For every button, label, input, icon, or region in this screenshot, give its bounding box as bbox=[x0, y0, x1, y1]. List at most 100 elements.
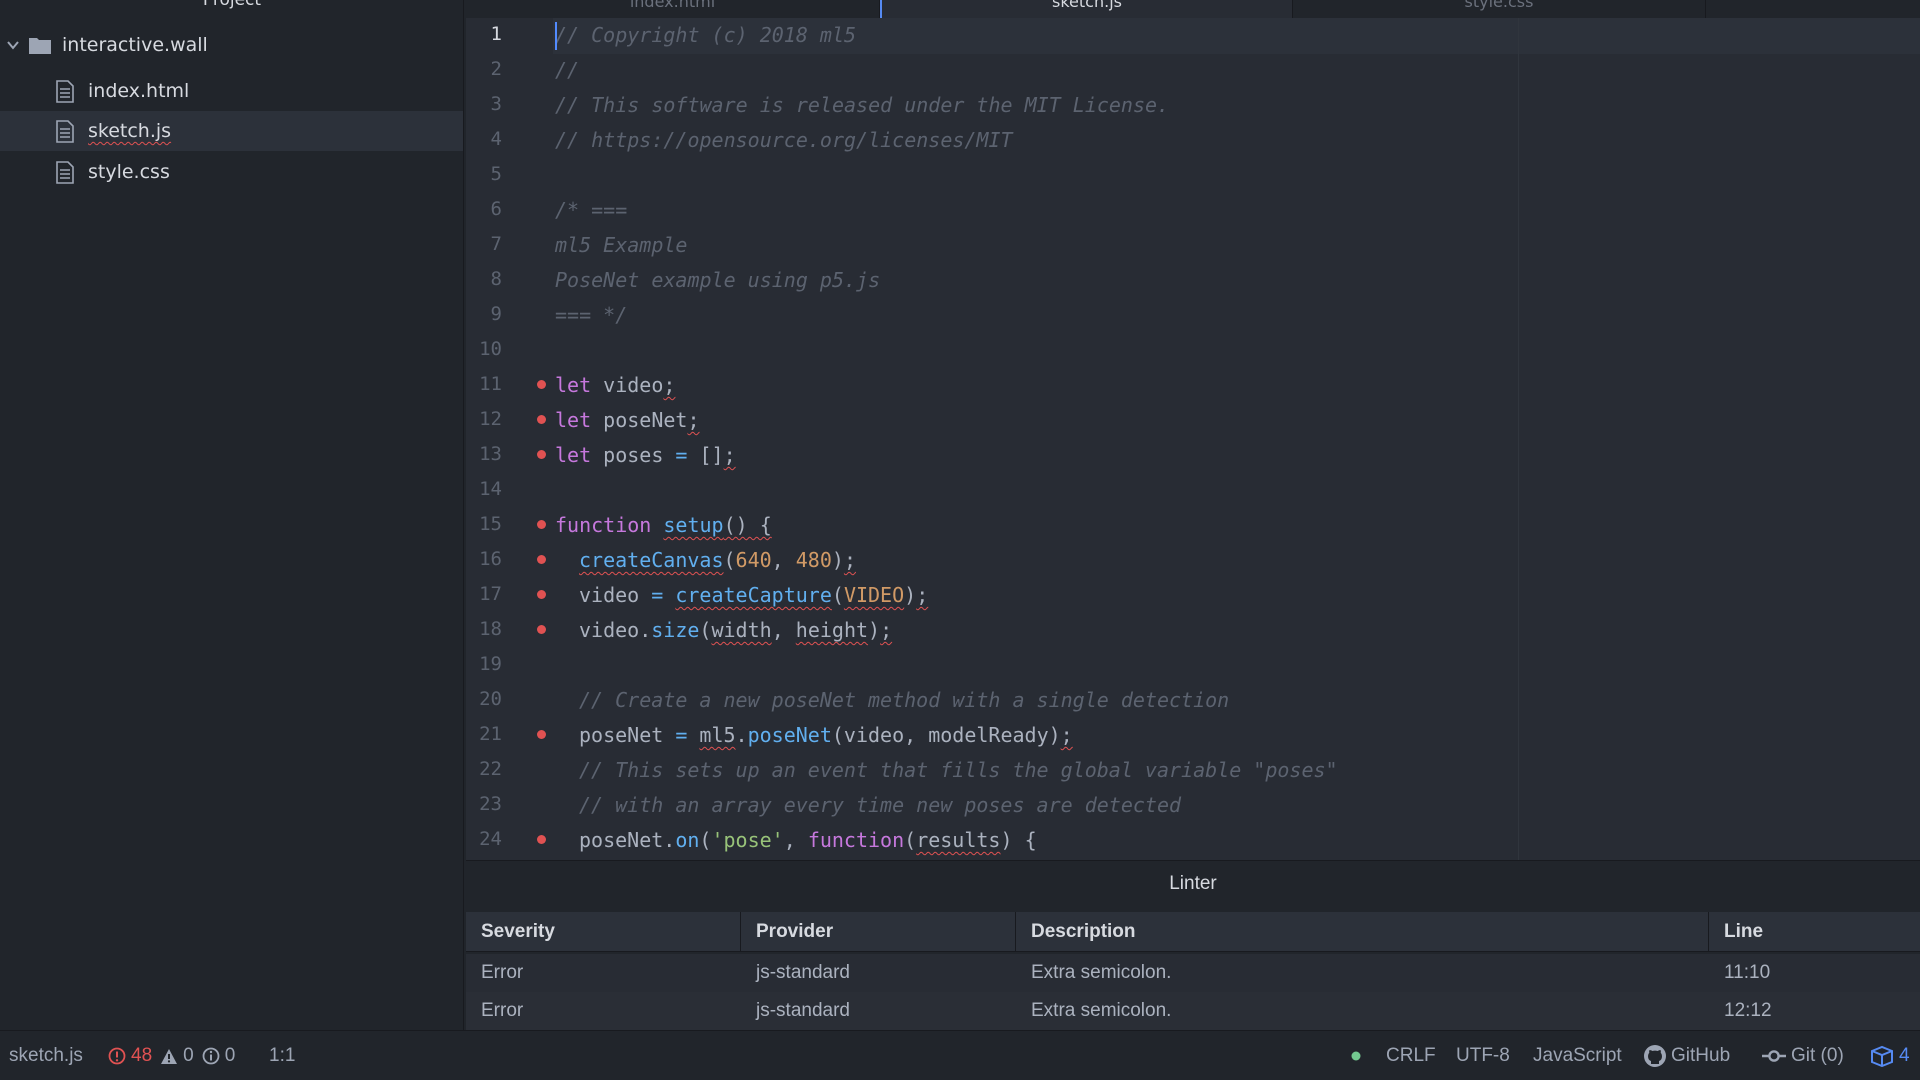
code-token: ml5 bbox=[699, 723, 736, 747]
status-cursor-position[interactable]: 1:1 bbox=[269, 1031, 295, 1080]
line-number[interactable]: 9 bbox=[466, 303, 502, 325]
linter-row[interactable]: Error js-standard Extra semicolon. 11:10 bbox=[466, 954, 1920, 992]
line-number[interactable]: 23 bbox=[466, 793, 502, 815]
line-number[interactable]: 8 bbox=[466, 268, 502, 290]
line-number[interactable]: 2 bbox=[466, 58, 502, 80]
code-line[interactable]: 20 // Create a new poseNet method with a … bbox=[466, 683, 1920, 718]
code-line[interactable]: 1 // Copyright (c) 2018 ml5 bbox=[466, 18, 1920, 53]
line-number[interactable]: 16 bbox=[466, 548, 502, 570]
linter-row[interactable]: Error js-standard Extra semicolon. 12:12 bbox=[466, 992, 1920, 1030]
column-header-severity[interactable]: Severity bbox=[466, 912, 741, 951]
status-grammar[interactable]: JavaScript bbox=[1533, 1031, 1622, 1080]
lint-error-marker-icon[interactable] bbox=[537, 450, 546, 459]
code-line[interactable]: 14 bbox=[466, 473, 1920, 508]
line-number[interactable]: 22 bbox=[466, 758, 502, 780]
linter-line[interactable]: 12:12 bbox=[1709, 992, 1920, 1030]
code-editor[interactable]: 1 // Copyright (c) 2018 ml5 2 // 3 // This so… bbox=[466, 18, 1920, 860]
line-number[interactable]: 11 bbox=[466, 373, 502, 395]
status-linter-summary[interactable]: 48 0 0 bbox=[108, 1031, 235, 1080]
code-line[interactable]: 4 // https://opensource.org/licenses/MIT bbox=[466, 123, 1920, 158]
code-line[interactable]: 21 poseNet = ml5.poseNet(video, modelRead… bbox=[466, 718, 1920, 753]
lint-error-marker-icon[interactable] bbox=[537, 590, 546, 599]
status-github[interactable]: GitHub bbox=[1643, 1031, 1730, 1080]
lint-error-marker-icon[interactable] bbox=[537, 380, 546, 389]
code-token: function bbox=[807, 828, 905, 852]
line-number[interactable]: 10 bbox=[466, 338, 502, 360]
lint-error-marker-icon[interactable] bbox=[537, 520, 546, 529]
lint-error-marker-icon[interactable] bbox=[537, 835, 546, 844]
line-number[interactable]: 7 bbox=[466, 233, 502, 255]
code-line[interactable]: 11 let video; bbox=[466, 368, 1920, 403]
lint-error-marker-icon[interactable] bbox=[537, 555, 546, 564]
code-line[interactable]: 2 // bbox=[466, 53, 1920, 88]
line-number[interactable]: 21 bbox=[466, 723, 502, 745]
package-icon bbox=[1871, 1045, 1893, 1067]
tree-folder-interactive-wall[interactable]: interactive.wall bbox=[0, 25, 463, 65]
lint-error-marker-icon[interactable] bbox=[537, 415, 546, 424]
code-line[interactable]: 6 /* === bbox=[466, 193, 1920, 228]
line-number[interactable]: 5 bbox=[466, 163, 502, 185]
status-line-ending[interactable]: CRLF bbox=[1386, 1031, 1436, 1080]
code-line[interactable]: 18 video.size(width, height); bbox=[466, 613, 1920, 648]
linter-line[interactable]: 11:10 bbox=[1709, 954, 1920, 992]
code-line[interactable]: 22 // This sets up an event that fills th… bbox=[466, 753, 1920, 788]
line-number[interactable]: 6 bbox=[466, 198, 502, 220]
code-token: ; bbox=[843, 548, 856, 572]
tree-file-index-html[interactable]: index.html bbox=[0, 71, 463, 111]
tab-style-css[interactable]: style.css bbox=[1293, 0, 1706, 18]
line-number[interactable]: 19 bbox=[466, 653, 502, 675]
code-text: poseNet.on('pose', function(results) { bbox=[579, 828, 1037, 852]
status-encoding[interactable]: UTF-8 bbox=[1456, 1031, 1510, 1080]
tab-sketch-js[interactable]: sketch.js bbox=[880, 0, 1293, 18]
status-package-updates[interactable]: 4 bbox=[1870, 1031, 1910, 1080]
line-number[interactable]: 17 bbox=[466, 583, 502, 605]
code-token: = bbox=[675, 443, 688, 467]
code-line[interactable]: 3 // This software is released under the … bbox=[466, 88, 1920, 123]
tree-file-sketch-js[interactable]: sketch.js bbox=[0, 111, 463, 151]
code-line[interactable]: 13 let poses = []; bbox=[466, 438, 1920, 473]
code-line[interactable]: 12 let poseNet; bbox=[466, 403, 1920, 438]
code-line[interactable]: 8 PoseNet example using p5.js bbox=[466, 263, 1920, 298]
code-token: video bbox=[579, 583, 652, 607]
line-number[interactable]: 15 bbox=[466, 513, 502, 535]
line-number[interactable]: 3 bbox=[466, 93, 502, 115]
tab-index-html[interactable]: index.html bbox=[466, 0, 880, 18]
code-line[interactable]: 7 ml5 Example bbox=[466, 228, 1920, 263]
code-token: height bbox=[795, 618, 869, 642]
code-token: PoseNet example using p5.js bbox=[555, 268, 881, 292]
code-token: ; bbox=[723, 443, 736, 467]
line-number[interactable]: 12 bbox=[466, 408, 502, 430]
tree-view-header: Project bbox=[202, 0, 262, 10]
status-git[interactable]: Git (0) bbox=[1762, 1031, 1844, 1080]
line-number[interactable]: 18 bbox=[466, 618, 502, 640]
linter-title: Linter bbox=[1169, 873, 1217, 894]
column-header-provider[interactable]: Provider bbox=[741, 912, 1016, 951]
line-number[interactable]: 14 bbox=[466, 478, 502, 500]
code-line[interactable]: 17 video = createCapture(VIDEO); bbox=[466, 578, 1920, 613]
code-line[interactable]: 9 === */ bbox=[466, 298, 1920, 333]
line-number[interactable]: 1 bbox=[466, 23, 502, 45]
code-line[interactable]: 10 bbox=[466, 333, 1920, 368]
status-file-name[interactable]: sketch.js bbox=[9, 1031, 83, 1080]
line-number[interactable]: 13 bbox=[466, 443, 502, 465]
code-line[interactable]: 15 function setup() { bbox=[466, 508, 1920, 543]
lint-error-marker-icon[interactable] bbox=[537, 730, 546, 739]
code-line[interactable]: 19 bbox=[466, 648, 1920, 683]
column-header-line[interactable]: Line bbox=[1709, 912, 1920, 951]
code-line[interactable]: 23 // with an array every time new poses … bbox=[466, 788, 1920, 823]
code-token: results bbox=[916, 828, 1001, 852]
code-token: () { bbox=[723, 513, 772, 537]
code-token: poseNet bbox=[747, 723, 832, 747]
line-number[interactable]: 4 bbox=[466, 128, 502, 150]
lint-error-marker-icon[interactable] bbox=[537, 625, 546, 634]
tree-file-style-css[interactable]: style.css bbox=[0, 152, 463, 192]
code-token: ; bbox=[1060, 723, 1073, 747]
linter-description: Extra semicolon. bbox=[1031, 1000, 1172, 1021]
column-header-description[interactable]: Description bbox=[1016, 912, 1709, 951]
line-number[interactable]: 24 bbox=[466, 828, 502, 850]
line-number[interactable]: 20 bbox=[466, 688, 502, 710]
code-line[interactable]: 16 createCanvas(640, 480); bbox=[466, 543, 1920, 578]
code-line[interactable]: 24 poseNet.on('pose', function(results) { bbox=[466, 823, 1920, 858]
code-line[interactable]: 5 bbox=[466, 158, 1920, 193]
code-token: ; bbox=[916, 583, 929, 607]
